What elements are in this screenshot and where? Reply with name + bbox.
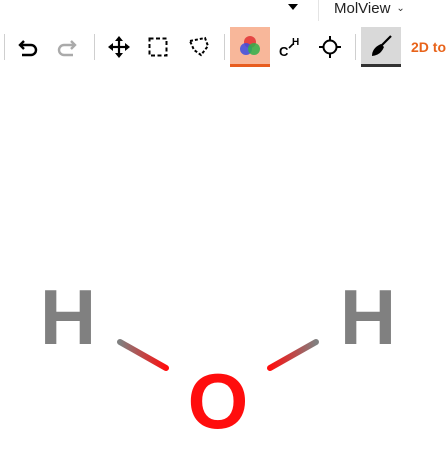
- svg-text:C: C: [279, 44, 289, 59]
- sketcher-canvas[interactable]: H O H: [0, 68, 447, 471]
- molview-menu[interactable]: MolView ⌄: [334, 0, 405, 19]
- svg-text:H: H: [292, 37, 299, 48]
- chevron-down-icon: ⌄: [396, 3, 405, 14]
- top-bar: MolView ⌄: [0, 0, 447, 21]
- atom-hydrogen-left[interactable]: H: [40, 273, 96, 361]
- move-button[interactable]: [102, 27, 136, 67]
- lasso-select-button[interactable]: [182, 27, 216, 67]
- toolbar-separator: [94, 34, 95, 60]
- rect-select-icon: [148, 37, 168, 57]
- divider: [318, 0, 319, 21]
- color-mode-button[interactable]: [230, 27, 270, 67]
- dropdown-arrow-icon[interactable]: [288, 4, 298, 10]
- molecule-drawing: H O H: [40, 273, 396, 445]
- bond-o-h-right[interactable]: [267, 339, 319, 371]
- toolbar-separator: [224, 34, 225, 60]
- rect-select-button[interactable]: [141, 27, 175, 67]
- undo-icon: [18, 40, 38, 57]
- skeletal-display-button[interactable]: C H: [273, 27, 307, 67]
- lasso-select-icon: [188, 36, 210, 57]
- editor-toolbar: C H 2D to: [0, 27, 447, 68]
- crosshair-icon: [319, 36, 341, 58]
- center-button[interactable]: [313, 27, 347, 67]
- eraser-button[interactable]: [361, 27, 401, 67]
- skeletal-icon: C H: [279, 37, 299, 59]
- toolbar-separator: [355, 34, 356, 60]
- atom-oxygen[interactable]: O: [188, 357, 249, 445]
- molview-menu-label: MolView: [334, 0, 391, 17]
- bond-h-o-left[interactable]: [117, 339, 169, 371]
- eraser-icon: [372, 34, 392, 56]
- color-mode-icon: [240, 35, 260, 55]
- move-icon: [108, 36, 130, 58]
- undo-button[interactable]: [11, 27, 45, 67]
- redo-icon: [57, 40, 77, 57]
- toolbar-separator: [4, 34, 5, 60]
- tab-2d-to-3d[interactable]: 2D to: [404, 27, 447, 67]
- redo-button[interactable]: [50, 27, 84, 67]
- atom-hydrogen-right[interactable]: H: [340, 273, 396, 361]
